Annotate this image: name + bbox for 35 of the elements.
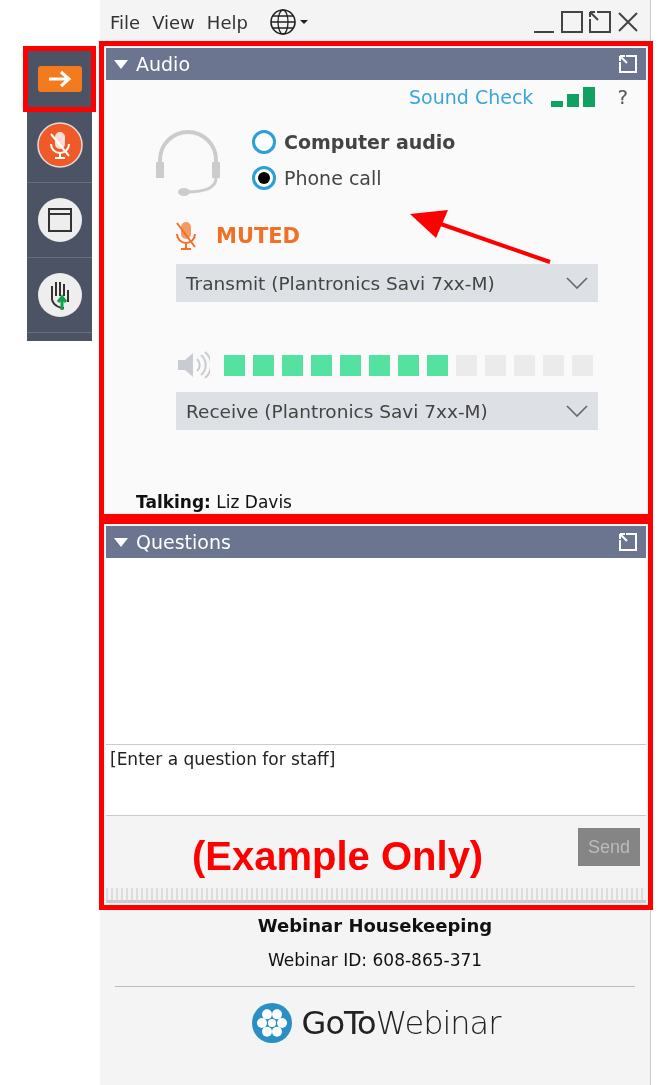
panel-header[interactable]: Questions: [106, 526, 646, 558]
help-icon[interactable]: ?: [617, 85, 628, 109]
maximize-icon[interactable]: [560, 10, 584, 34]
question-input-field[interactable]: [Enter a question for staff]: [106, 744, 646, 816]
muted-microphone-icon: [36, 122, 83, 168]
chevron-down-icon: [566, 405, 588, 417]
menu-item[interactable]: File: [110, 11, 141, 33]
talking-status: Talking: Liz Davis: [136, 492, 292, 512]
caret-icon: [114, 537, 128, 547]
radio-option[interactable]: Computer audio: [252, 130, 456, 154]
caret-icon: [114, 59, 128, 69]
webinar-id: Webinar ID: 608-865-371: [267, 950, 483, 970]
panel-header[interactable]: Audio: [106, 48, 646, 80]
restore-icon[interactable]: [588, 10, 612, 34]
muted-label: MUTED: [216, 224, 301, 248]
menu-item[interactable]: Help: [206, 11, 248, 33]
popout-icon[interactable]: [618, 54, 638, 74]
speaker-icon: [176, 350, 210, 380]
resize-grip[interactable]: [106, 888, 646, 903]
popout-icon[interactable]: [618, 532, 638, 552]
panel-title: Questions: [136, 531, 231, 553]
radio-option[interactable]: Phone call: [252, 166, 456, 190]
transmit-dropdown[interactable]: Transmit (Plantronics Savi 7xx-M): [176, 264, 598, 302]
close-icon[interactable]: [616, 10, 640, 34]
webinar-title: Webinar Housekeeping: [257, 915, 493, 936]
panel-title: Audio: [136, 53, 190, 75]
window-icon: [36, 197, 83, 243]
raised-hand-icon: [36, 272, 83, 318]
example-note: (Example Only): [192, 834, 484, 879]
chevron-down-icon: [566, 277, 588, 289]
flower-logo-icon: [249, 1001, 294, 1045]
menu-item[interactable]: View: [152, 11, 195, 33]
logo-wordmark: GoToWebinar: [301, 1004, 501, 1042]
receive-dropdown[interactable]: Receive (Plantronics Savi 7xx-M): [176, 392, 598, 430]
globe-dropdown-icon[interactable]: [269, 8, 310, 36]
